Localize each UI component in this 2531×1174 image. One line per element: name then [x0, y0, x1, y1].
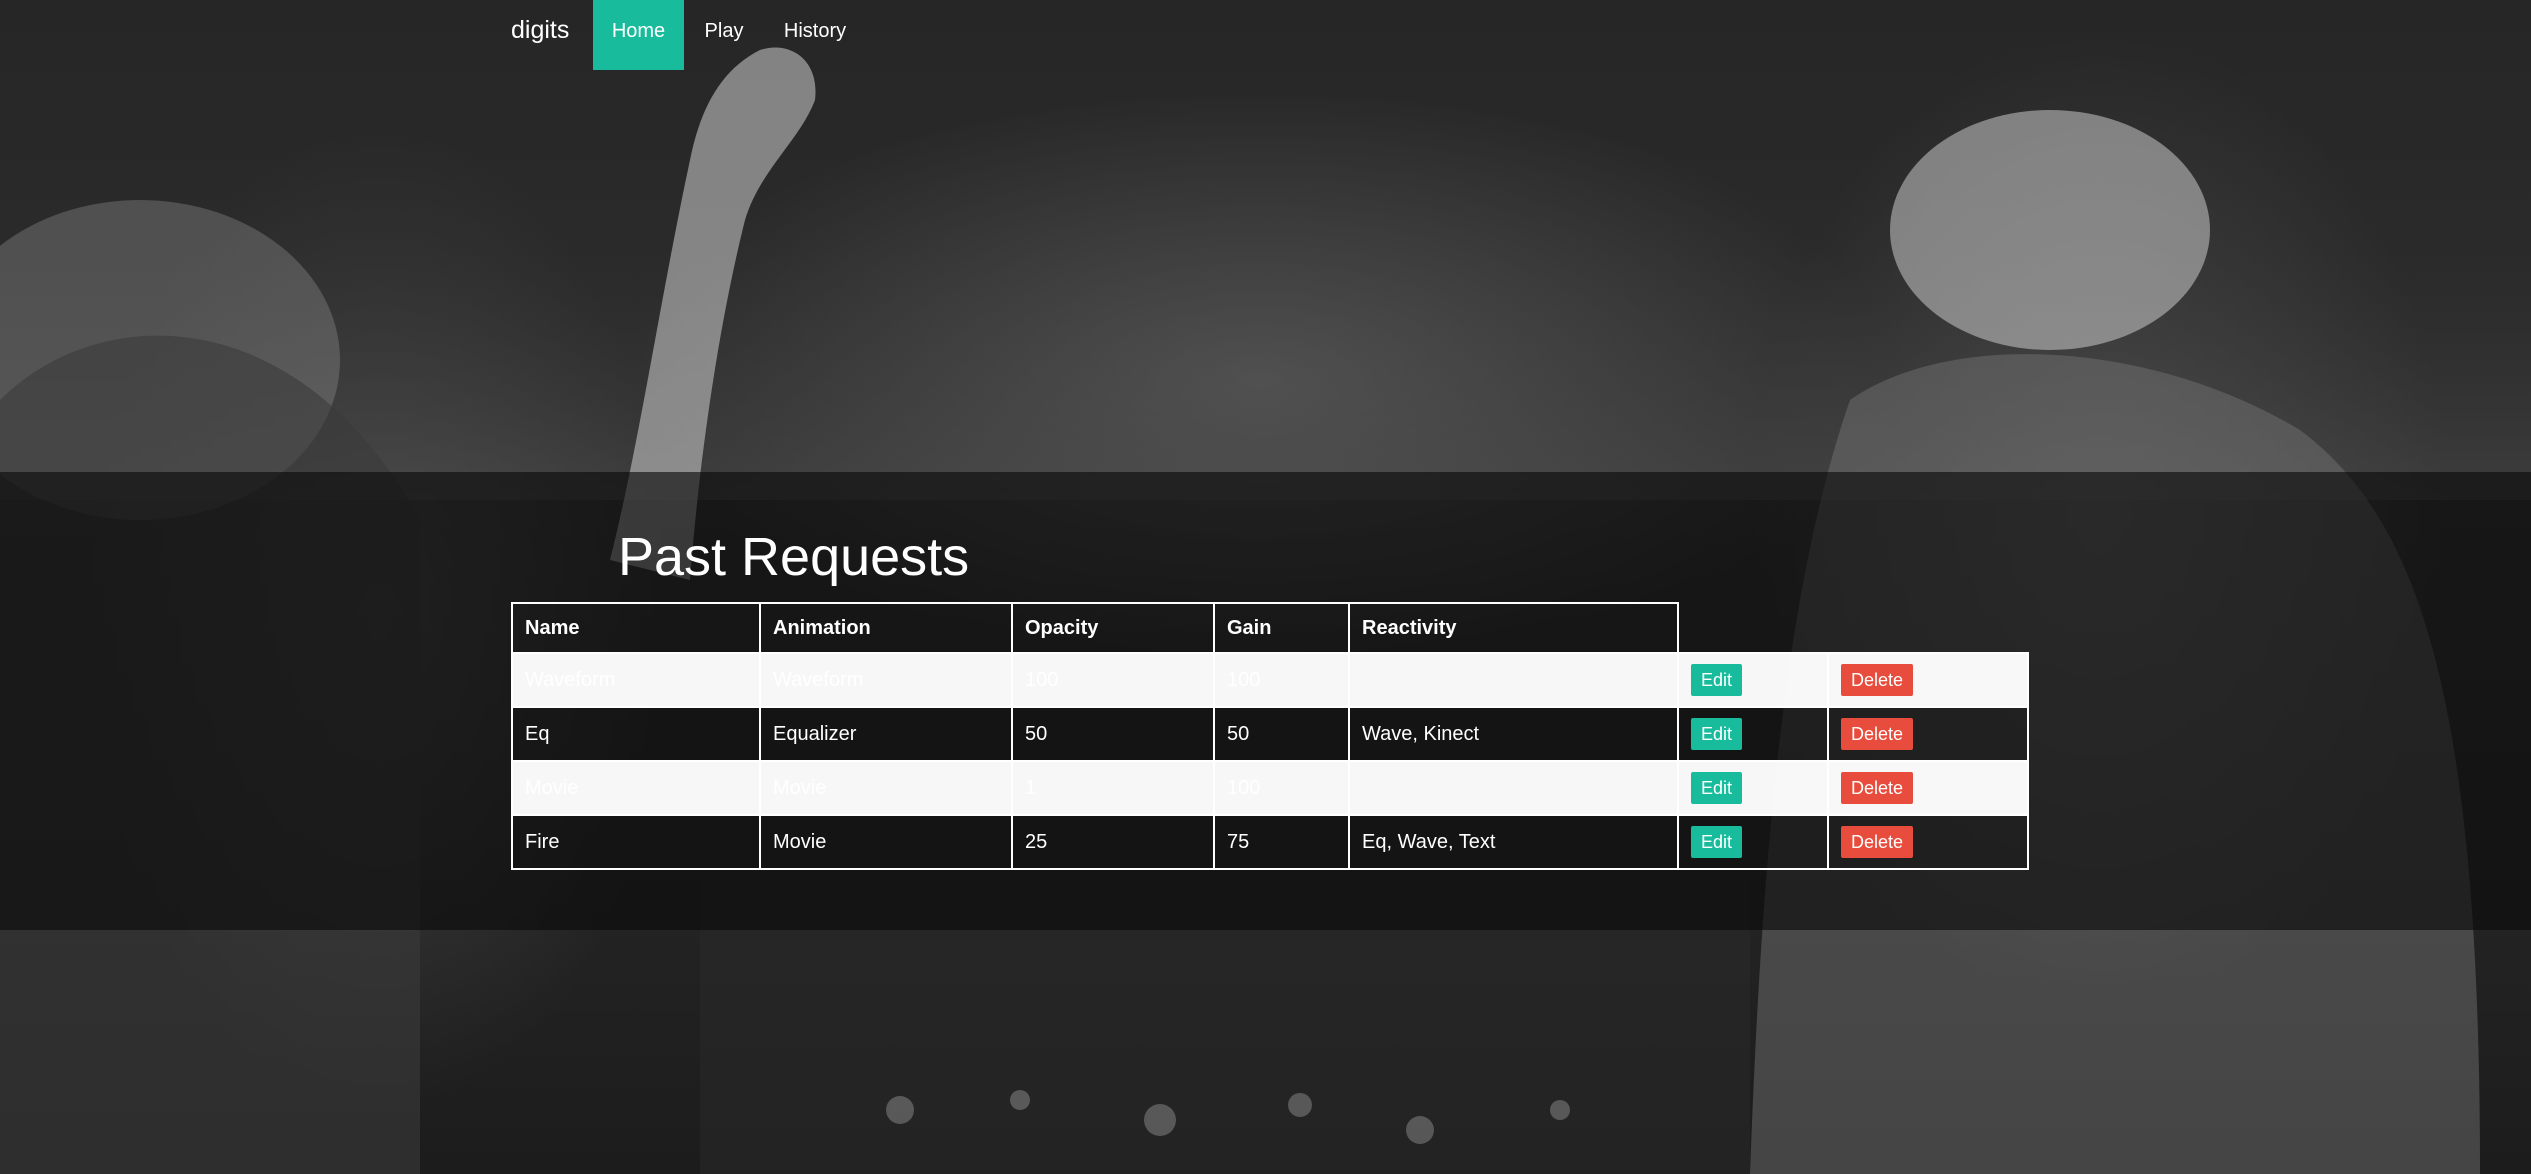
cell-name: Movie [511, 760, 761, 816]
cell-edit: Edit [1677, 652, 1829, 708]
cell-gain: 75 [1213, 814, 1350, 870]
cell-opacity: 1 [1011, 760, 1215, 816]
edit-button[interactable]: Edit [1691, 826, 1743, 858]
page: digits Home Play History Past Requests N… [0, 0, 2531, 1174]
brand-link[interactable]: digits [511, 14, 569, 46]
page-title: Past Requests [618, 527, 970, 587]
cell-edit: Edit [1677, 706, 1829, 762]
cell-edit: Edit [1677, 760, 1829, 816]
cell-animation: Waveform [759, 652, 1013, 708]
cell-reactivity: Wave, Kinect [1348, 706, 1679, 762]
cell-animation: Movie [759, 814, 1013, 870]
cell-edit: Edit [1677, 814, 1829, 870]
nav-history[interactable]: History [778, 0, 852, 70]
nav-home[interactable]: Home [593, 0, 684, 70]
cell-name: Waveform [511, 652, 761, 708]
table-row: Waveform Waveform 100 100 Edit Delete [511, 652, 2029, 708]
cell-delete: Delete [1827, 814, 2029, 870]
cell-name: Fire [511, 814, 761, 870]
cell-delete: Delete [1827, 652, 2029, 708]
column-header-animation: Animation [759, 602, 1013, 654]
edit-button[interactable]: Edit [1691, 718, 1743, 750]
delete-button[interactable]: Delete [1841, 772, 1914, 804]
cell-reactivity [1348, 652, 1679, 708]
cell-gain: 50 [1213, 706, 1350, 762]
delete-button[interactable]: Delete [1841, 826, 1914, 858]
cell-opacity: 50 [1011, 706, 1215, 762]
table-header-row: Name Animation Opacity Gain Reactivity [511, 602, 2028, 654]
cell-opacity: 100 [1011, 652, 1215, 708]
column-header-name: Name [511, 602, 761, 654]
cell-animation: Movie [759, 760, 1013, 816]
column-header-opacity: Opacity [1011, 602, 1215, 654]
edit-button[interactable]: Edit [1691, 772, 1743, 804]
cell-name: Eq [511, 706, 761, 762]
requests-table-container: Name Animation Opacity Gain Reactivity W… [511, 602, 2029, 870]
delete-button[interactable]: Delete [1841, 718, 1914, 750]
cell-gain: 100 [1213, 652, 1350, 708]
cell-delete: Delete [1827, 760, 2029, 816]
cell-delete: Delete [1827, 706, 2029, 762]
navbar: digits Home Play History [0, 0, 2531, 70]
column-header-edit [1677, 603, 1828, 653]
table-row: Fire Movie 25 75 Eq, Wave, Text Edit Del… [511, 814, 2029, 870]
edit-button[interactable]: Edit [1691, 664, 1743, 696]
nav-play[interactable]: Play [700, 0, 748, 70]
delete-button[interactable]: Delete [1841, 664, 1914, 696]
table-row: Movie Movie 1 100 Edit Delete [511, 760, 2029, 816]
column-header-reactivity: Reactivity [1348, 602, 1679, 654]
cell-animation: Equalizer [759, 706, 1013, 762]
cell-reactivity [1348, 760, 1679, 816]
column-header-delete [1828, 603, 2028, 653]
cell-reactivity: Eq, Wave, Text [1348, 814, 1679, 870]
table-row: Eq Equalizer 50 50 Wave, Kinect Edit Del… [511, 706, 2029, 762]
column-header-gain: Gain [1213, 602, 1350, 654]
requests-table: Name Animation Opacity Gain Reactivity W… [511, 602, 2029, 870]
cell-opacity: 25 [1011, 814, 1215, 870]
cell-gain: 100 [1213, 760, 1350, 816]
